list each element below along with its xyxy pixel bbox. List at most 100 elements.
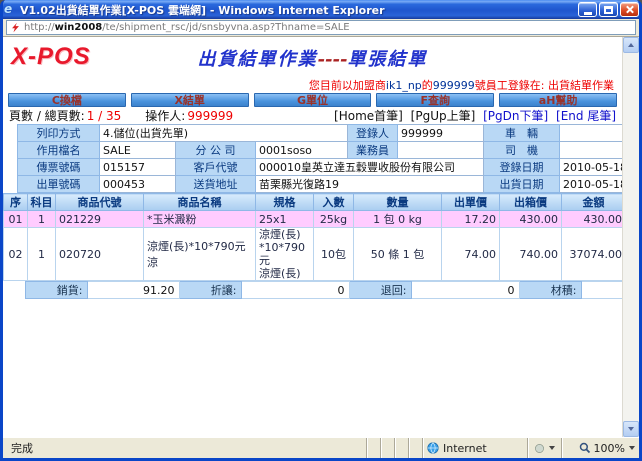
- cell-units[interactable]: 10包: [314, 228, 354, 281]
- order-number-label: 出單號碼: [18, 176, 100, 193]
- operator-value: 999999: [187, 109, 233, 123]
- cell-amount[interactable]: 37074.00: [562, 228, 623, 281]
- cell-spec[interactable]: 涼煙(長) *10*790元 涼煙(長): [256, 228, 314, 281]
- page-title-dashes: ----: [318, 49, 348, 70]
- nav-home-first[interactable]: [Home首筆]: [334, 109, 403, 123]
- salesman-field[interactable]: [398, 142, 484, 159]
- nav-end-last[interactable]: [End 尾筆]: [556, 109, 616, 123]
- page-title-right: 單張結單: [347, 49, 427, 70]
- tab-help[interactable]: aH幫助: [499, 93, 617, 107]
- page-header: X-POS 出貨結單作業----單張結單: [3, 37, 622, 77]
- cell-product-name[interactable]: *玉米澱粉: [144, 211, 256, 228]
- print-mode-label: 列印方式: [18, 125, 100, 142]
- table-row[interactable]: 02 1 020720 涼煙(長)*10*790元涼 涼煙(長) *10*790…: [4, 228, 623, 281]
- page-empty-area: [3, 299, 622, 437]
- vertical-scrollbar[interactable]: [622, 37, 639, 437]
- maximize-button[interactable]: [599, 2, 618, 17]
- totals-spacer: [3, 282, 25, 299]
- page-actions-panel[interactable]: [527, 438, 561, 458]
- login-message: 您目前以加盟商ik1_np的999999號員工登錄在: 出貨結單作業: [3, 77, 622, 92]
- internet-globe-icon: [427, 442, 439, 454]
- tab-query[interactable]: F查詢: [376, 93, 494, 107]
- items-header-row: 序 科目 商品代號 商品名稱 規格 入數 數量 出單價 出箱價 金額: [4, 194, 623, 211]
- cell-units[interactable]: 25kg: [314, 211, 354, 228]
- status-bar: 完成 Internet 100%: [3, 437, 639, 458]
- browser-viewport: X-POS 出貨結單作業----單張結單 您目前以加盟商ik1_np的99999…: [3, 37, 639, 437]
- cell-seq[interactable]: 02: [4, 228, 28, 281]
- cell-product-code[interactable]: 021229: [56, 211, 144, 228]
- minimize-button[interactable]: [578, 2, 597, 17]
- table-row[interactable]: 01 1 021229 *玉米澱粉 25x1 25kg 1 包 0 kg 17.…: [4, 211, 623, 228]
- address-bar: http://win2008/te/shipment_rsc/jd/snsbyv…: [3, 19, 639, 37]
- col-header-amount: 金額: [562, 194, 623, 211]
- scrollbar-track[interactable]: [623, 53, 639, 421]
- register-date-field[interactable]: 2010-05-18: [560, 159, 622, 176]
- page-count-value: 1 / 35: [87, 109, 122, 123]
- cell-amount[interactable]: 430.00: [562, 211, 623, 228]
- line-items-table: 序 科目 商品代號 商品名稱 規格 入數 數量 出單價 出箱價 金額: [3, 193, 622, 281]
- discount-value: 0: [241, 282, 349, 299]
- sales-total-label: 銷貨:: [25, 282, 87, 299]
- url-host: win2008: [55, 22, 103, 33]
- branch-field[interactable]: 0001soso: [256, 142, 348, 159]
- cell-spec[interactable]: 25x1: [256, 211, 314, 228]
- cell-box-price[interactable]: 430.00: [500, 211, 562, 228]
- col-header-spec: 規格: [256, 194, 314, 211]
- cell-quantity[interactable]: 1 包 0 kg: [354, 211, 442, 228]
- login-employee-id: 999999: [433, 79, 475, 92]
- close-button[interactable]: [620, 2, 639, 17]
- driver-field[interactable]: [560, 142, 622, 159]
- menu-tab-bar: C換檔 X結單 G單位 F查詢 aH幫助: [3, 92, 622, 108]
- status-text: 完成: [3, 440, 366, 456]
- login-merchant-id: ik1_np: [386, 79, 422, 92]
- vehicle-label: 車 輛: [484, 125, 560, 142]
- scroll-up-button[interactable]: [623, 37, 639, 53]
- zoom-level-label: 100%: [594, 442, 625, 455]
- login-suffix: 號員工登錄在:: [475, 79, 548, 92]
- window-title: V1.02出貨結單作業[X-POS 雲端網] - Windows Interne…: [20, 2, 578, 18]
- order-number-field[interactable]: 000453: [100, 176, 176, 193]
- order-header-form: 列印方式 4.儲位(出貨先單) 登錄人 999999 車 輛 作用檔名 SALE…: [3, 123, 622, 193]
- security-zone-panel: Internet: [422, 438, 527, 458]
- titlebar-buttons: [578, 2, 639, 17]
- zoom-dropdown-arrow-icon: [629, 446, 635, 450]
- voucher-number-field[interactable]: 015157: [100, 159, 176, 176]
- status-panel-4: [408, 438, 422, 458]
- customer-code-field[interactable]: 000010皇英立達五穀豐收股份有限公司: [256, 159, 484, 176]
- delivery-address-field[interactable]: 苗栗縣光復路19: [256, 176, 484, 193]
- driver-label: 司 機: [484, 142, 560, 159]
- page-count-label: 頁數 / 總頁數:: [9, 109, 85, 123]
- scroll-down-icon: [628, 427, 634, 431]
- cell-unit-price[interactable]: 17.20: [442, 211, 500, 228]
- ship-date-field[interactable]: 2010-05-18: [560, 176, 622, 193]
- cell-seq[interactable]: 01: [4, 211, 28, 228]
- minimize-icon: [584, 12, 592, 15]
- return-label: 退回:: [349, 282, 411, 299]
- zoom-control[interactable]: 100%: [561, 438, 639, 458]
- cell-subject[interactable]: 1: [28, 211, 56, 228]
- cell-box-price[interactable]: 740.00: [500, 228, 562, 281]
- tab-unit[interactable]: G單位: [254, 93, 372, 107]
- login-user-field[interactable]: 999999: [398, 125, 484, 142]
- branch-label: 分 公 司: [176, 142, 256, 159]
- col-header-product-code: 商品代號: [56, 194, 144, 211]
- vehicle-field[interactable]: [560, 125, 622, 142]
- nav-pgdn-next[interactable]: [PgDn下筆]: [483, 109, 548, 123]
- nav-pgup-prev[interactable]: [PgUp上筆]: [411, 109, 476, 123]
- active-file-label: 作用檔名: [18, 142, 100, 159]
- print-mode-field[interactable]: 4.儲位(出貨先單): [100, 125, 348, 142]
- col-header-seq: 序: [4, 194, 28, 211]
- active-file-field[interactable]: SALE: [100, 142, 176, 159]
- title-bar: e V1.02出貨結單作業[X-POS 雲端網] - Windows Inter…: [0, 0, 642, 19]
- tab-change-file[interactable]: C換檔: [8, 93, 126, 107]
- delivery-address-label: 送貨地址: [176, 176, 256, 193]
- cell-product-name[interactable]: 涼煙(長)*10*790元涼: [144, 228, 256, 281]
- cell-quantity[interactable]: 50 條 1 包: [354, 228, 442, 281]
- url-input[interactable]: http://win2008/te/shipment_rsc/jd/snsbyv…: [6, 20, 636, 35]
- tab-settle[interactable]: X結單: [131, 93, 249, 107]
- return-value: 0: [411, 282, 519, 299]
- scroll-down-button[interactable]: [623, 421, 639, 437]
- cell-product-code[interactable]: 020720: [56, 228, 144, 281]
- cell-unit-price[interactable]: 74.00: [442, 228, 500, 281]
- cell-subject[interactable]: 1: [28, 228, 56, 281]
